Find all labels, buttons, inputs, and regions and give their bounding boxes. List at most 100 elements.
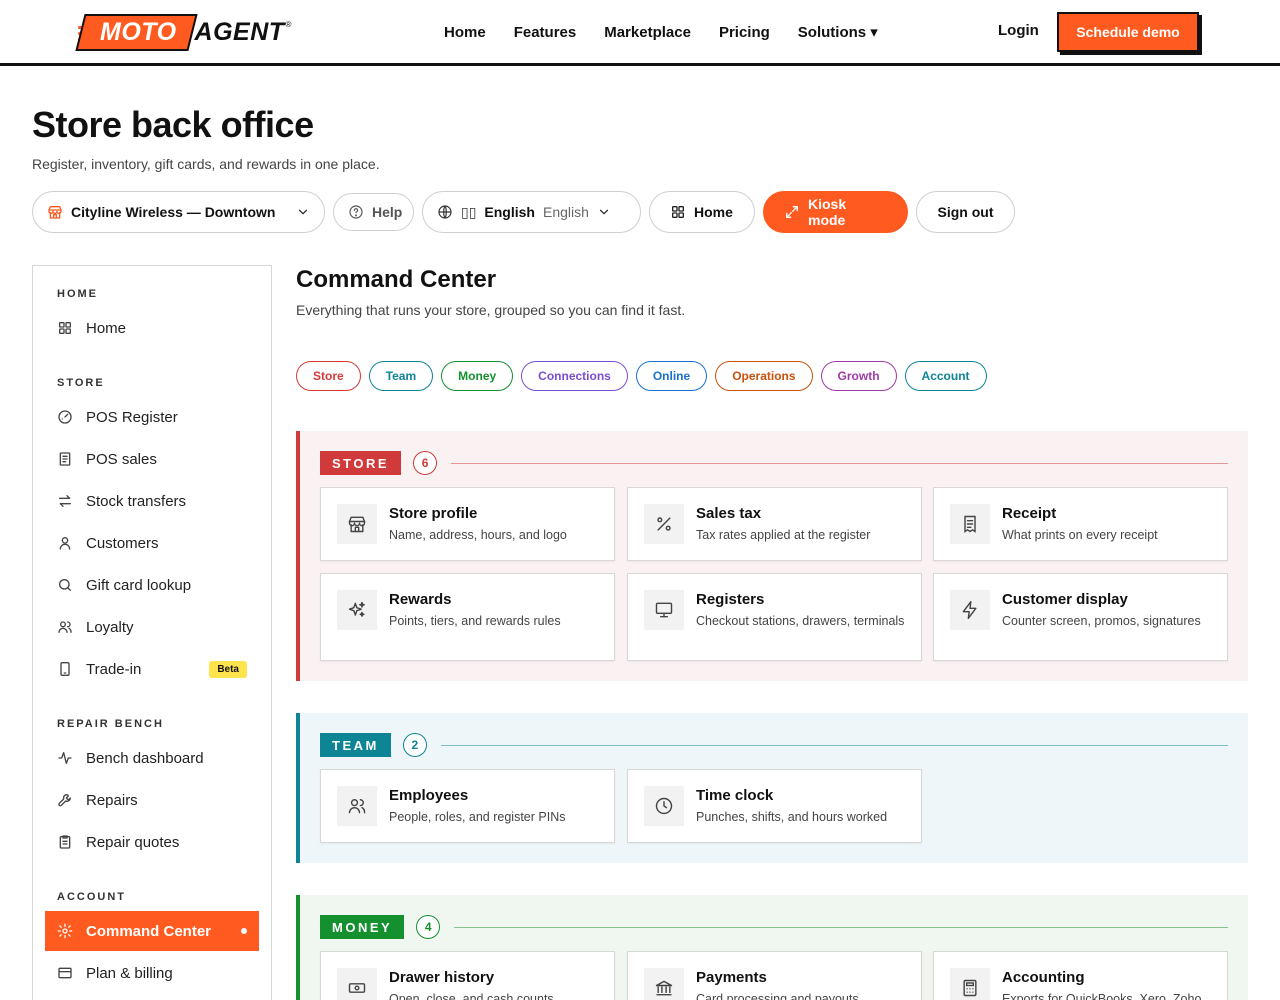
group-tag: MONEY xyxy=(320,915,405,939)
home-button-label: Home xyxy=(694,204,733,220)
sidebar-item-bench-dashboard[interactable]: Bench dashboard xyxy=(45,738,259,778)
group-count-badge: 6 xyxy=(413,451,438,475)
chip-team[interactable]: Team xyxy=(368,361,434,391)
card-payments[interactable]: Payments Card processing and payouts xyxy=(627,951,922,1000)
nav-link-pricing[interactable]: Pricing xyxy=(719,24,770,41)
chip-connections[interactable]: Connections xyxy=(521,361,628,391)
card-description: Open, close, and cash counts xyxy=(389,992,554,1000)
group-header: TEAM 2 xyxy=(320,733,1228,757)
receipt-icon xyxy=(950,504,990,544)
group-header: MONEY 4 xyxy=(320,915,1228,939)
nav-link-features[interactable]: Features xyxy=(514,24,577,41)
card-accounting[interactable]: Accounting Exports for QuickBooks, Xero,… xyxy=(933,951,1228,1000)
sidebar-item-label: POS Register xyxy=(86,408,178,426)
card-title: Rewards xyxy=(389,591,452,608)
card-drawer-history[interactable]: Drawer history Open, close, and cash cou… xyxy=(320,951,615,1000)
group-team: TEAM 2 Employees People, roles, and regi… xyxy=(296,713,1248,863)
chip-store[interactable]: Store xyxy=(296,361,361,391)
card-customer-display[interactable]: Customer display Counter screen, promos,… xyxy=(933,573,1228,661)
card-receipt[interactable]: Receipt What prints on every receipt xyxy=(933,487,1228,561)
home-button[interactable]: Home xyxy=(649,191,755,233)
sidebar-item-command-center[interactable]: Command Center xyxy=(45,911,259,951)
page-subtitle: Register, inventory, gift cards, and rew… xyxy=(32,156,380,172)
card-time-clock[interactable]: Time clock Punches, shifts, and hours wo… xyxy=(627,769,922,843)
nav-link-solutions[interactable]: Solutions ▾ xyxy=(798,23,878,41)
sidebar-item-plan-billing[interactable]: Plan & billing xyxy=(45,953,259,993)
calculator-icon xyxy=(950,968,990,1000)
clock-icon xyxy=(644,786,684,826)
sign-out-label: Sign out xyxy=(937,204,994,220)
sidebar-item-label: Repairs xyxy=(86,791,138,809)
card-rewards[interactable]: Rewards Points, tiers, and rewards rules xyxy=(320,573,615,661)
sidebar-item-label: Stock transfers xyxy=(86,492,187,510)
bank-icon xyxy=(644,968,684,1000)
page-title: Store back office xyxy=(32,104,314,145)
toolbar: Cityline Wireless — Downtown Help ▯▯ Eng… xyxy=(32,191,1015,233)
sidebar-item-label: Customers xyxy=(86,534,159,552)
sidebar-section-repair-bench: REPAIR BENCH xyxy=(57,718,164,730)
card-title: Sales tax xyxy=(696,505,762,522)
sidebar-item-pos-sales[interactable]: POS sales xyxy=(45,439,259,479)
bolt-icon xyxy=(950,590,990,630)
monitor-icon xyxy=(644,590,684,630)
group-tag: TEAM xyxy=(320,733,391,757)
card-employees[interactable]: Employees People, roles, and register PI… xyxy=(320,769,615,843)
schedule-demo-button[interactable]: Schedule demo xyxy=(1057,12,1199,52)
sidebar-item-gift-card-lookup[interactable]: Gift card lookup xyxy=(45,565,259,605)
nav-links: Home Features Marketplace Pricing Soluti… xyxy=(444,0,878,64)
chevron-down-icon xyxy=(296,205,310,219)
card-registers[interactable]: Registers Checkout stations, drawers, te… xyxy=(627,573,922,661)
nav-link-home[interactable]: Home xyxy=(444,24,486,41)
sidebar-item-pos-register[interactable]: POS Register xyxy=(45,397,259,437)
language-flag: ▯▯ xyxy=(461,203,477,220)
sidebar-item-label: Plan & billing xyxy=(86,964,173,982)
language-selector[interactable]: ▯▯ English English xyxy=(422,191,641,233)
category-chips: Store Team Money Connections Online Oper… xyxy=(296,361,987,391)
search-icon xyxy=(57,577,73,593)
chip-money[interactable]: Money xyxy=(441,361,514,391)
gear-icon xyxy=(57,923,73,939)
grid-icon xyxy=(670,204,686,220)
card-store-profile[interactable]: Store profile Name, address, hours, and … xyxy=(320,487,615,561)
sidebar: HOME Home STORE POS Register POS sales S… xyxy=(32,265,272,1000)
card-title: Customer display xyxy=(1002,591,1128,608)
chip-operations[interactable]: Operations xyxy=(715,361,813,391)
sidebar-item-label: Repair quotes xyxy=(86,833,180,851)
chip-growth[interactable]: Growth xyxy=(820,361,897,391)
nav-link-marketplace[interactable]: Marketplace xyxy=(604,24,691,41)
card-sales-tax[interactable]: Sales tax Tax rates applied at the regis… xyxy=(627,487,922,561)
sign-out-button[interactable]: Sign out xyxy=(916,191,1015,233)
kiosk-mode-button[interactable]: Kiosk mode xyxy=(763,191,908,233)
help-button[interactable]: Help xyxy=(333,193,414,231)
group-divider xyxy=(454,926,1228,928)
logo-moto: MOTO xyxy=(75,13,198,51)
store-selector[interactable]: Cityline Wireless — Downtown xyxy=(32,191,325,233)
sidebar-item-trade-in[interactable]: Trade-in Beta xyxy=(45,649,259,689)
top-nav: MOTO AGENT ® Home Features Marketplace P… xyxy=(0,0,1280,66)
clipboard-icon xyxy=(57,834,73,850)
chip-online[interactable]: Online xyxy=(635,361,708,391)
logo-agent: AGENT xyxy=(194,17,285,46)
sidebar-item-home[interactable]: Home xyxy=(45,308,259,348)
document-icon xyxy=(57,451,73,467)
sidebar-item-label: Command Center xyxy=(86,922,212,940)
transfer-icon xyxy=(57,493,73,509)
sidebar-item-customers[interactable]: Customers xyxy=(45,523,259,563)
login-link[interactable]: Login xyxy=(998,22,1039,39)
sidebar-item-repairs[interactable]: Repairs xyxy=(45,780,259,820)
card-description: Exports for QuickBooks, Xero, Zoho xyxy=(1002,992,1202,1000)
card-description: Name, address, hours, and logo xyxy=(389,528,567,542)
sidebar-item-stock-transfers[interactable]: Stock transfers xyxy=(45,481,259,521)
card-description: People, roles, and register PINs xyxy=(389,810,566,824)
chip-account[interactable]: Account xyxy=(904,361,987,391)
brand-logo[interactable]: MOTO AGENT ® xyxy=(75,12,291,52)
group-count-badge: 4 xyxy=(416,915,441,939)
card-title: Payments xyxy=(696,969,767,986)
main-title: Command Center xyxy=(296,266,497,293)
sidebar-item-label: Bench dashboard xyxy=(86,749,204,767)
storefront-icon xyxy=(47,204,63,220)
sidebar-item-repair-quotes[interactable]: Repair quotes xyxy=(45,822,259,862)
sidebar-item-loyalty[interactable]: Loyalty xyxy=(45,607,259,647)
group-store: STORE 6 Store profile Name, address, hou… xyxy=(296,431,1248,681)
group-divider xyxy=(451,462,1228,464)
